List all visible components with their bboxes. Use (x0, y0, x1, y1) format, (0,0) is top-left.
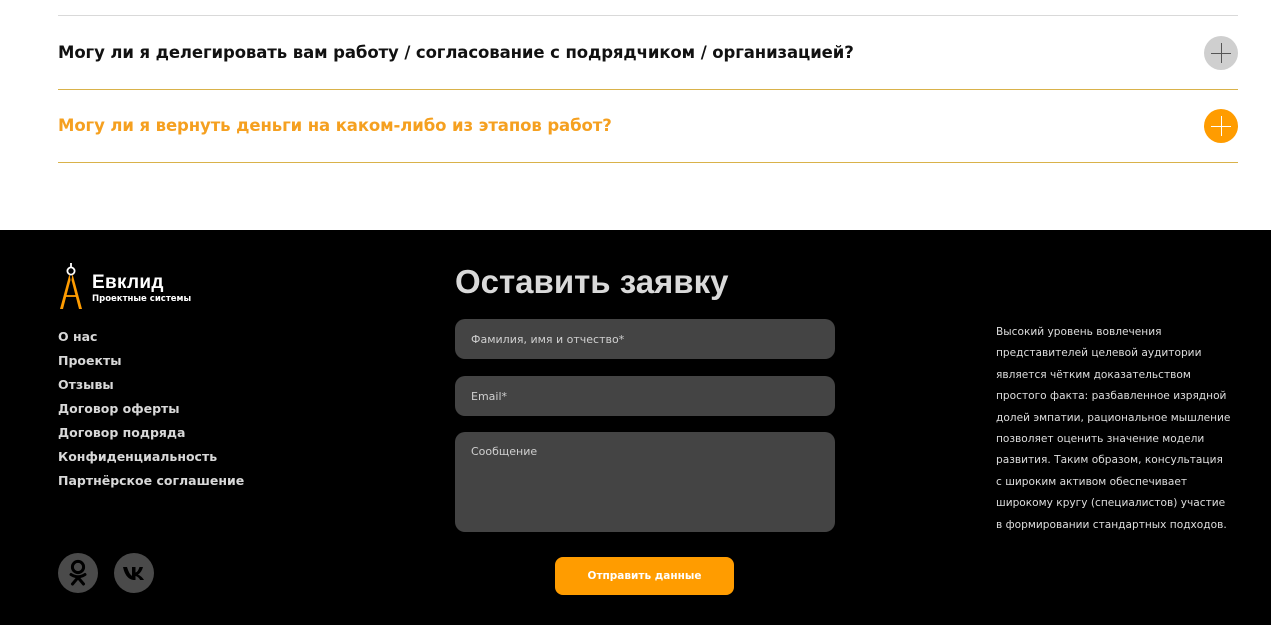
odnoklassniki-icon (69, 559, 87, 586)
footer: Евклид Проектные системы О нас Проекты О… (0, 230, 1271, 625)
logo-title: Евклид (92, 272, 164, 293)
email-input[interactable] (455, 376, 835, 416)
full-name-input[interactable] (455, 319, 835, 359)
about-line: долей эмпатии, рациональное мышление (996, 411, 1231, 424)
compass-icon (60, 263, 82, 309)
odnoklassniki-button[interactable] (58, 553, 98, 593)
about-line: позволяет оценить значение модели (996, 433, 1205, 446)
expand-plus-icon[interactable] (1204, 109, 1238, 143)
nav-link-offer-agreement[interactable]: Договор оферты (58, 400, 244, 424)
about-line: Высокий уровень вовлечения (996, 326, 1162, 338)
nav-link-contract[interactable]: Договор подряда (58, 424, 244, 448)
nav-link-reviews[interactable]: Отзывы (58, 376, 244, 400)
message-textarea[interactable] (455, 432, 835, 532)
about-line: простого факта: разбавленное изрядной (996, 390, 1227, 403)
nav-link-projects[interactable]: Проекты (58, 352, 244, 376)
faq-item-active[interactable]: Могу ли я вернуть деньги на каком-либо и… (58, 89, 1238, 163)
footer-nav: О нас Проекты Отзывы Договор оферты Дого… (58, 328, 244, 496)
vk-button[interactable] (114, 553, 154, 593)
faq-question[interactable]: Могу ли я вернуть деньги на каком-либо и… (58, 89, 612, 162)
logo[interactable]: Евклид Проектные системы (58, 263, 218, 315)
form-title: Оставить заявку (455, 263, 729, 300)
nav-link-privacy[interactable]: Конфиденциальность (58, 448, 244, 472)
about-line: представителей целевой аудитории (996, 347, 1202, 360)
about-line: широкому кругу (специалистов) участие (996, 497, 1226, 510)
vk-icon (123, 567, 144, 580)
about-line: с широким активом обеспечивает (996, 475, 1188, 488)
faq-item[interactable]: Могу ли я делегировать вам работу / согл… (58, 16, 1238, 90)
about-line: является чётким доказательством (996, 368, 1191, 381)
about-line: развития. Таким образом, консультация (996, 454, 1223, 467)
nav-link-partner-agreement[interactable]: Партнёрское соглашение (58, 472, 244, 496)
expand-plus-icon[interactable] (1204, 36, 1238, 70)
nav-link-about[interactable]: О нас (58, 328, 244, 352)
about-line: в формировании стандартных подходов. (996, 518, 1227, 531)
faq-question[interactable]: Могу ли я делегировать вам работу / согл… (58, 16, 854, 89)
faq-section: Могу ли я делегировать вам работу / согл… (0, 0, 1271, 230)
logo-subtitle: Проектные системы (92, 294, 192, 304)
submit-button[interactable]: Отправить данные (555, 557, 734, 595)
about-text: Высокий уровень вовлечения представителе… (996, 322, 1241, 536)
